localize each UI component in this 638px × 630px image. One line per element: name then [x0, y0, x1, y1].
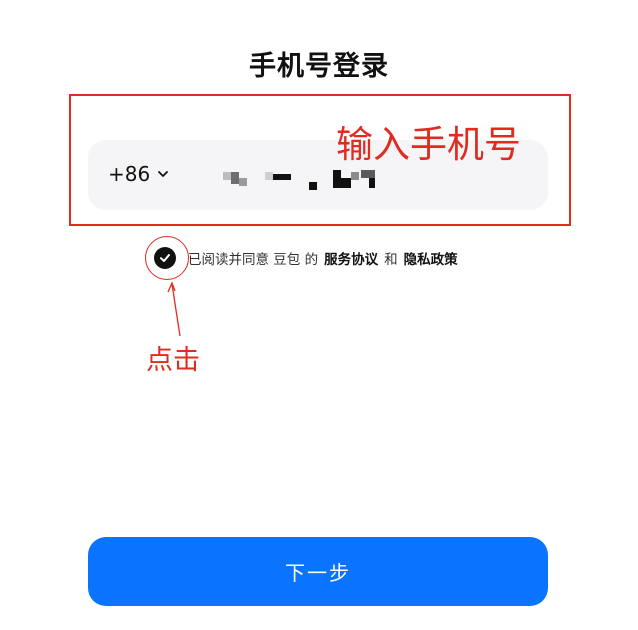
annotation-input-hint: 输入手机号 [336, 123, 521, 166]
agreement-and-text: 和 [384, 252, 398, 268]
privacy-policy-link[interactable]: 隐私政策 [404, 248, 458, 268]
annotation-click-hint: 点击 [146, 345, 200, 376]
agreement-prefix-text: 已阅读并同意 豆包 的 [188, 252, 319, 268]
annotation-circle [145, 236, 189, 280]
page-title: 手机号登录 [249, 51, 389, 82]
next-step-button[interactable]: 下一步 [88, 537, 548, 606]
annotation-arrow-icon [167, 281, 181, 337]
terms-of-service-link[interactable]: 服务协议 [324, 248, 378, 268]
agreement-row: 已阅读并同意 豆包 的 服务协议 和 隐私政策 [154, 244, 464, 272]
login-page: 手机号登录 +86 输入手机号 已阅读并同意 豆包 的 服务协议 和 隐私政策 … [0, 0, 638, 630]
